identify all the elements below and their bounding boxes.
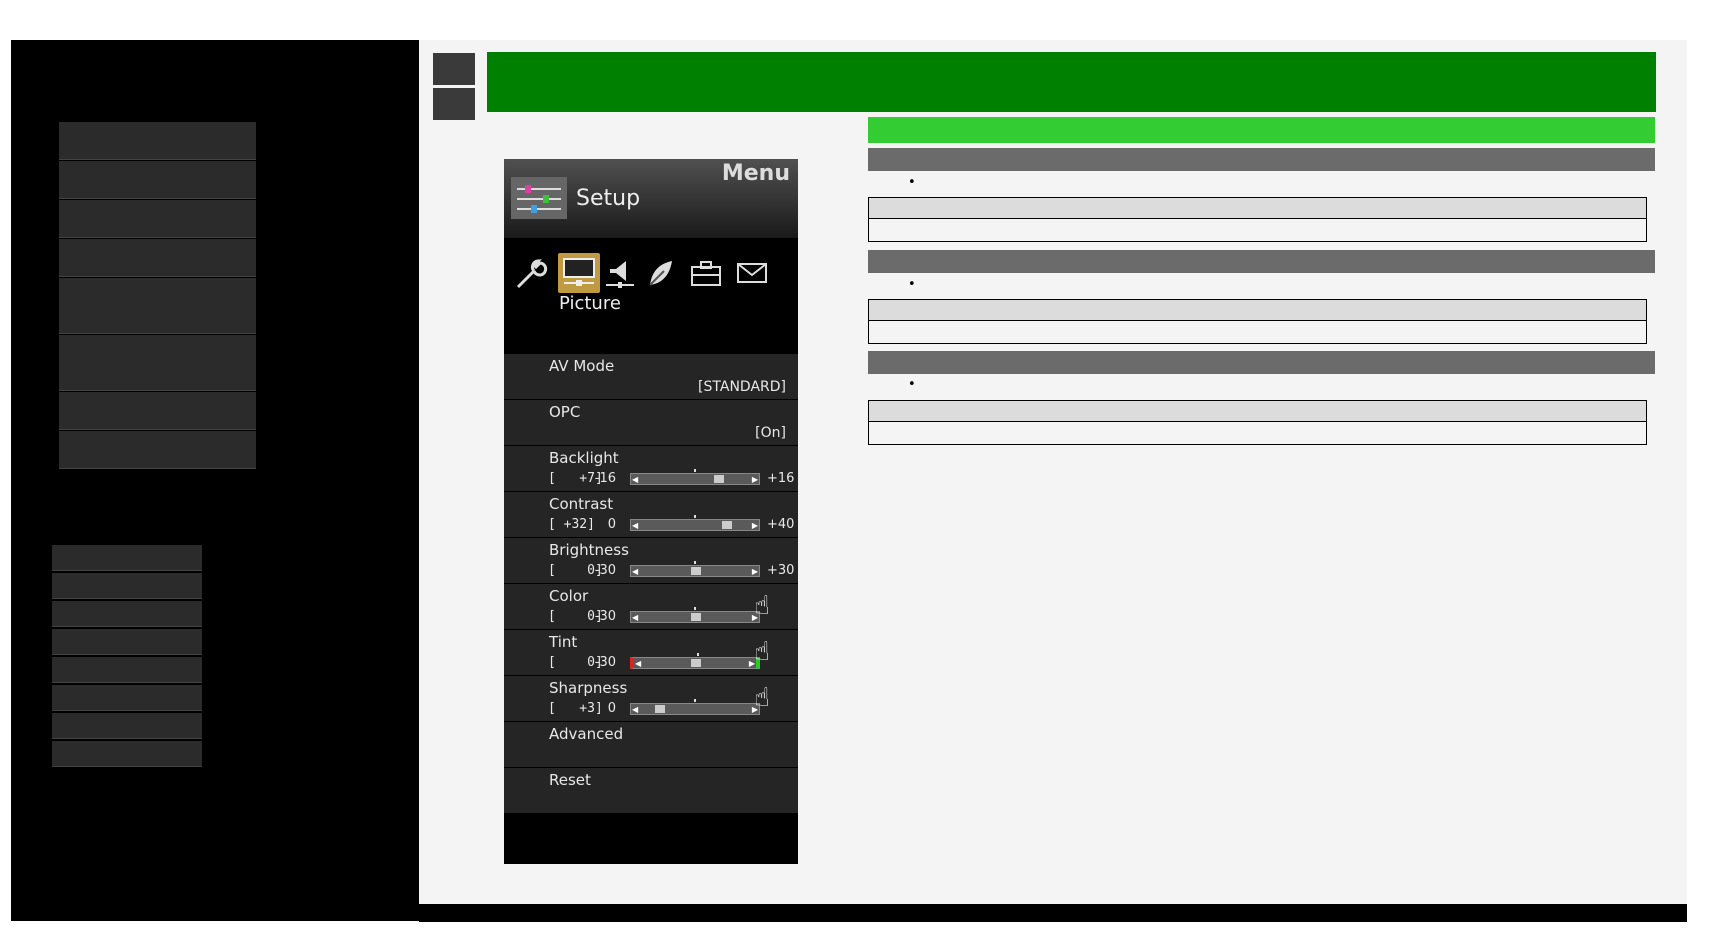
tab-picture[interactable] [558, 253, 600, 293]
tv-menu-row-advanced[interactable]: Advanced [504, 722, 798, 768]
tv-row-value: [On] [755, 425, 786, 441]
level-slider[interactable]: ◀ ▶ [630, 515, 760, 531]
level-slider[interactable]: ◀ ▶ [630, 699, 760, 715]
section-title-bar [868, 117, 1655, 143]
level-slider[interactable]: ◀ ▶ [630, 469, 760, 485]
table-row [869, 422, 1646, 444]
tv-row-min: -30 [594, 563, 616, 578]
tv-row-label: Tint [549, 633, 578, 651]
envelope-icon [734, 255, 770, 291]
nav-button-next[interactable] [433, 88, 475, 120]
sidebar-nav-item[interactable] [59, 122, 256, 160]
section-heading-bar [868, 148, 1655, 171]
tv-menu-row-brightness[interactable]: Brightness [ 0] -30 ◀ ▶ +30 [504, 538, 798, 584]
tv-menu-row-reset[interactable]: Reset [504, 768, 798, 814]
sidebar-sub-item[interactable] [52, 545, 202, 571]
slider-thumb[interactable] [713, 475, 724, 483]
tv-row-label: OPC [549, 403, 581, 421]
leaf-icon [642, 255, 678, 291]
toolbox-icon [688, 255, 724, 291]
tv-row-label: Brightness [549, 541, 629, 559]
slider-thumb[interactable] [722, 521, 733, 529]
pointing-hand-icon: ☝ [754, 591, 770, 621]
picture-icon [563, 258, 595, 286]
bullet-item: • [908, 377, 916, 392]
tv-menu-row-tint[interactable]: Tint [ 0] -30 ◀ ▶ ☝ [504, 630, 798, 676]
level-slider[interactable]: ◀ ▶ [630, 607, 760, 623]
tv-row-min: 0 [607, 701, 616, 716]
level-slider[interactable]: ◀ ▶ [630, 653, 760, 669]
tv-row-label: Contrast [549, 495, 614, 513]
section-heading-bar [868, 250, 1655, 273]
tv-section-title: Setup [576, 186, 641, 211]
level-slider[interactable]: ◀ ▶ [630, 561, 760, 577]
tv-menu-title: Menu [721, 161, 790, 186]
sidebar-nav-item[interactable] [59, 392, 256, 430]
tv-row-max: +30 [767, 563, 795, 578]
tv-row-label: Backlight [549, 449, 619, 467]
tv-row-max: +40 [767, 517, 795, 532]
sidebar-sub-item[interactable] [52, 741, 202, 767]
table-header-row [869, 300, 1646, 321]
info-table [868, 197, 1647, 242]
setup-sliders-icon [511, 177, 567, 219]
tv-menu-row-backlight[interactable]: Backlight [ +7] -16 ◀ ▶ +16 [504, 446, 798, 492]
sidebar-nav-item[interactable] [59, 431, 256, 469]
tv-row-label: AV Mode [549, 357, 615, 375]
tv-row-min: 0 [607, 517, 616, 532]
tv-row-value: [STANDARD] [698, 379, 786, 395]
tv-row-min: -16 [594, 471, 616, 486]
tv-row-max: +16 [767, 471, 795, 486]
slider-thumb[interactable] [691, 659, 701, 667]
sidebar [11, 40, 419, 921]
page-title-bar [487, 52, 1656, 112]
section-heading-bar [868, 351, 1655, 374]
tv-category-label: Picture [559, 293, 621, 314]
bullet-item: • [908, 277, 916, 292]
slider-thumb[interactable] [654, 705, 665, 713]
tv-menu-row-contrast[interactable]: Contrast [ +32] 0 ◀ ▶ +40 [504, 492, 798, 538]
tv-menu-row-color[interactable]: Color [ 0] -30 ◀ ▶ ☝ [504, 584, 798, 630]
info-table [868, 400, 1647, 445]
sidebar-sub-item[interactable] [52, 573, 202, 599]
right-margin [1687, 40, 1712, 904]
tv-row-label: Sharpness [549, 679, 628, 697]
tv-row-min: -30 [594, 655, 616, 670]
table-header-row [869, 401, 1646, 422]
sidebar-nav-item[interactable] [59, 161, 256, 199]
tv-row-min: -30 [594, 609, 616, 624]
tv-menu-row-opc[interactable]: OPC [On] [504, 400, 798, 446]
sidebar-nav-item[interactable] [59, 335, 256, 391]
nav-button-prev[interactable] [433, 53, 475, 85]
sidebar-sub-item[interactable] [52, 629, 202, 655]
tv-menu-screenshot: Setup Menu Picture AV Mode [STANDARD] OP… [504, 159, 798, 864]
tv-menu-row-sharpness[interactable]: Sharpness [ +3] 0 ◀ ▶ ☝ [504, 676, 798, 722]
pointing-hand-icon: ☝ [754, 683, 770, 713]
tv-menu-header: Setup Menu [504, 159, 798, 238]
sidebar-nav-item[interactable] [59, 200, 256, 238]
tv-menu-row-av-mode[interactable]: AV Mode [STANDARD] [504, 354, 798, 400]
sidebar-sub-item[interactable] [52, 657, 202, 683]
bullet-item: • [908, 175, 916, 190]
sidebar-sub-item[interactable] [52, 713, 202, 739]
slider-thumb[interactable] [691, 613, 701, 621]
sidebar-nav-item[interactable] [59, 239, 256, 277]
wrench-icon [512, 255, 548, 291]
tv-row-label: Color [549, 587, 589, 605]
speaker-icon [602, 255, 638, 291]
table-row [869, 219, 1646, 241]
pointing-hand-icon: ☝ [754, 637, 770, 667]
table-header-row [869, 198, 1646, 219]
sidebar-sub-item[interactable] [52, 685, 202, 711]
info-table [868, 299, 1647, 344]
tv-row-label: Reset [549, 771, 591, 789]
sidebar-sub-item[interactable] [52, 601, 202, 627]
sidebar-nav-item[interactable] [59, 278, 256, 334]
tv-row-label: Advanced [549, 725, 624, 743]
table-row [869, 321, 1646, 343]
slider-thumb[interactable] [691, 567, 701, 575]
bottom-bar [419, 904, 1687, 922]
